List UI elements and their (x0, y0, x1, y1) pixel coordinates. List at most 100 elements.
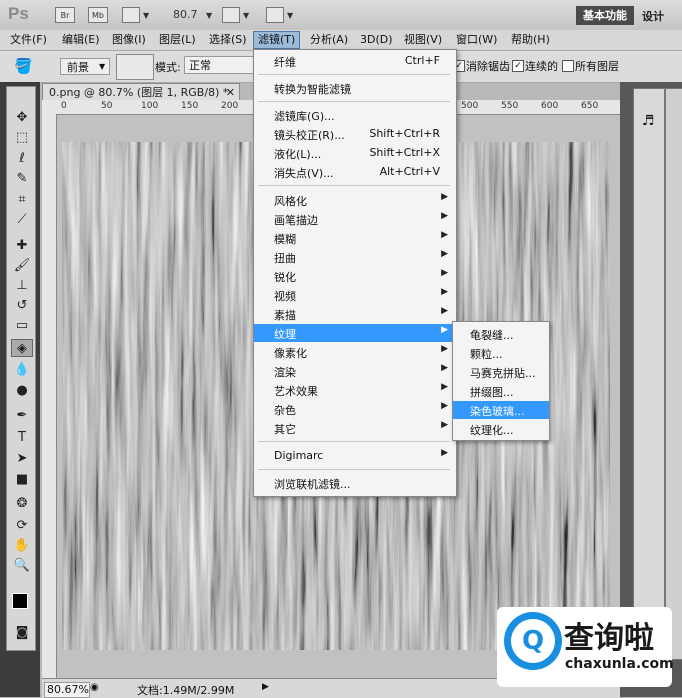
menu-bar: 文件(F) 编辑(E) 图像(I) 图层(L) 选择(S) 滤镜(T) 分析(A… (0, 30, 682, 51)
submenu-item-grain[interactable]: 颗粒... (453, 344, 549, 362)
menu-help[interactable]: 帮助(H) (507, 32, 554, 48)
menu-select[interactable]: 选择(S) (205, 32, 251, 48)
submenu-arrow-icon: ▶ (441, 287, 448, 297)
submenu-item-stained-glass[interactable]: 染色玻璃... (453, 401, 549, 419)
menu-item-sketch[interactable]: 素描 ▶ (254, 305, 456, 323)
menu-item-distort[interactable]: 扭曲 ▶ (254, 248, 456, 266)
menu-layer[interactable]: 图层(L) (155, 32, 200, 48)
hand-tool-icon[interactable]: ✋ (11, 537, 33, 555)
dodge-tool-icon[interactable]: ● (11, 382, 33, 400)
menu-item-liquify[interactable]: 液化(L)... Shift+Ctrl+X (254, 144, 456, 162)
zoom-level[interactable]: 80.7 (173, 8, 198, 21)
photoshop-logo: Ps (8, 4, 29, 23)
crop-tool-icon[interactable]: ⌗ (11, 191, 33, 209)
screen-mode-caret-icon[interactable]: ▼ (287, 11, 293, 20)
menu-item-sharpen[interactable]: 锐化 ▶ (254, 267, 456, 285)
3d-rotate-tool-icon[interactable]: ❂ (11, 495, 33, 513)
menu-item-noise[interactable]: 杂色 ▶ (254, 400, 456, 418)
status-zoom-field[interactable]: 80.67% (44, 682, 90, 698)
shape-tool-icon[interactable]: ■ (11, 471, 33, 489)
close-tab-icon[interactable]: ✕ (226, 84, 235, 101)
workspace-basic-button[interactable]: 基本功能 (576, 6, 634, 25)
move-tool-icon[interactable]: ✥ (11, 109, 33, 127)
contiguous-label: 连续的 (525, 60, 558, 73)
menu-item-stylize[interactable]: 风格化 ▶ (254, 191, 456, 209)
ruler-tick-label: 150 (181, 101, 199, 111)
menu-item-lens-correction[interactable]: 镜头校正(R)... Shift+Ctrl+R (254, 125, 456, 143)
menu-analysis[interactable]: 分析(A) (306, 32, 352, 48)
menu-item-digimarc[interactable]: Digimarc ▶ (254, 447, 456, 465)
submenu-arrow-icon: ▶ (441, 325, 448, 335)
pen-tool-icon[interactable]: ✒ (11, 407, 33, 425)
marquee-tool-icon[interactable]: ⬚ (11, 129, 33, 147)
blur-tool-icon[interactable]: 💧 (11, 361, 33, 379)
lasso-tool-icon[interactable]: ℓ (11, 150, 33, 168)
bridge-button[interactable]: Br (55, 7, 75, 23)
menu-item-convert-smart-filter[interactable]: 转换为智能滤镜 (254, 79, 456, 97)
arrange-documents-icon[interactable] (222, 7, 240, 23)
pattern-picker[interactable] (116, 54, 154, 80)
menu-item-texture[interactable]: 纹理 ▶ (254, 324, 456, 342)
menu-3d[interactable]: 3D(D) (356, 32, 397, 48)
screen-mode-icon[interactable] (266, 7, 284, 23)
brush-tool-icon[interactable]: 🖌 (11, 257, 33, 275)
menu-item-vanishing-point[interactable]: 消失点(V)... Alt+Ctrl+V (254, 163, 456, 181)
all-layers-checkbox[interactable] (562, 60, 574, 72)
arrange-caret-icon[interactable]: ▼ (243, 11, 249, 20)
menu-item-other[interactable]: 其它 ▶ (254, 419, 456, 437)
workspace-design-button[interactable]: 设计 (642, 8, 664, 24)
paint-bucket-tool-icon[interactable]: ◈ (11, 339, 33, 357)
history-brush-tool-icon[interactable]: ↺ (11, 297, 33, 315)
menu-edit[interactable]: 编辑(E) (58, 32, 104, 48)
mini-bridge-button[interactable]: Mb (88, 7, 108, 23)
menu-item-brush-strokes[interactable]: 画笔描边 ▶ (254, 210, 456, 228)
ruler-tick-label: 50 (101, 101, 113, 111)
history-panel-icon[interactable]: ♬ (642, 113, 655, 129)
submenu-item-texturizer[interactable]: 纹理化... (453, 420, 549, 438)
view-extras-icon[interactable] (122, 7, 140, 23)
menu-file[interactable]: 文件(F) (6, 32, 51, 48)
menu-item-fibers[interactable]: 纤维 Ctrl+F (254, 52, 456, 70)
submenu-item-mosaic-tiles[interactable]: 马赛克拼贴... (453, 363, 549, 381)
submenu-arrow-icon: ▶ (441, 401, 448, 411)
zoom-caret-icon[interactable]: ▼ (206, 11, 212, 20)
mode-select[interactable]: 正常 (184, 56, 254, 74)
path-selection-tool-icon[interactable]: ➤ (11, 450, 33, 468)
status-menu-arrow-icon[interactable]: ▶ (262, 682, 269, 692)
view-extras-caret-icon[interactable]: ▼ (143, 11, 149, 20)
document-size-status: 文档:1.49M/2.99M (137, 684, 235, 697)
menu-item-artistic[interactable]: 艺术效果 ▶ (254, 381, 456, 399)
mode-value: 正常 (189, 59, 211, 72)
paint-bucket-icon[interactable]: 🪣 (14, 57, 33, 75)
quick-select-tool-icon[interactable]: ✎ (11, 170, 33, 188)
eraser-tool-icon[interactable]: ▭ (11, 317, 33, 335)
clone-stamp-tool-icon[interactable]: ⊥ (11, 277, 33, 295)
menu-item-pixelate[interactable]: 像素化 ▶ (254, 343, 456, 361)
menu-view[interactable]: 视图(V) (400, 32, 446, 48)
menu-window[interactable]: 窗口(W) (452, 32, 501, 48)
submenu-arrow-icon: ▶ (441, 230, 448, 240)
document-tab[interactable]: 0.png @ 80.7% (图层 1, RGB/8) * ✕ (42, 83, 240, 101)
menu-item-browse-online-filters[interactable]: 浏览联机滤镜... (254, 474, 456, 492)
zoom-tool-icon[interactable]: 🔍 (11, 557, 33, 575)
contiguous-checkbox[interactable]: ✓ (512, 60, 524, 72)
menu-image[interactable]: 图像(I) (108, 32, 150, 48)
eyedropper-tool-icon[interactable]: ⟋ (11, 211, 33, 229)
document-tab-title: 0.png @ 80.7% (图层 1, RGB/8) * (49, 86, 229, 99)
submenu-item-patchwork[interactable]: 拼缀图... (453, 382, 549, 400)
menu-item-render[interactable]: 渲染 ▶ (254, 362, 456, 380)
quick-mask-icon[interactable]: ◙ (11, 624, 33, 642)
status-info-icon[interactable]: ◉ (90, 682, 99, 693)
3d-orbit-tool-icon[interactable]: ⟳ (11, 517, 33, 535)
submenu-item-craquelure[interactable]: 龟裂缝... (453, 325, 549, 343)
type-tool-icon[interactable]: T (11, 429, 33, 447)
menu-item-blur[interactable]: 模糊 ▶ (254, 229, 456, 247)
menu-item-filter-gallery[interactable]: 滤镜库(G)... (254, 106, 456, 124)
menu-filter[interactable]: 滤镜(T) (253, 31, 301, 49)
menu-item-video[interactable]: 视频 ▶ (254, 286, 456, 304)
fill-source-caret-icon[interactable]: ▼ (99, 62, 105, 71)
ruler-tick-label: 0 (61, 101, 67, 111)
ruler-tick-label: 100 (141, 101, 159, 111)
healing-brush-tool-icon[interactable]: ✚ (11, 237, 33, 255)
foreground-color-swatch[interactable] (12, 593, 28, 609)
